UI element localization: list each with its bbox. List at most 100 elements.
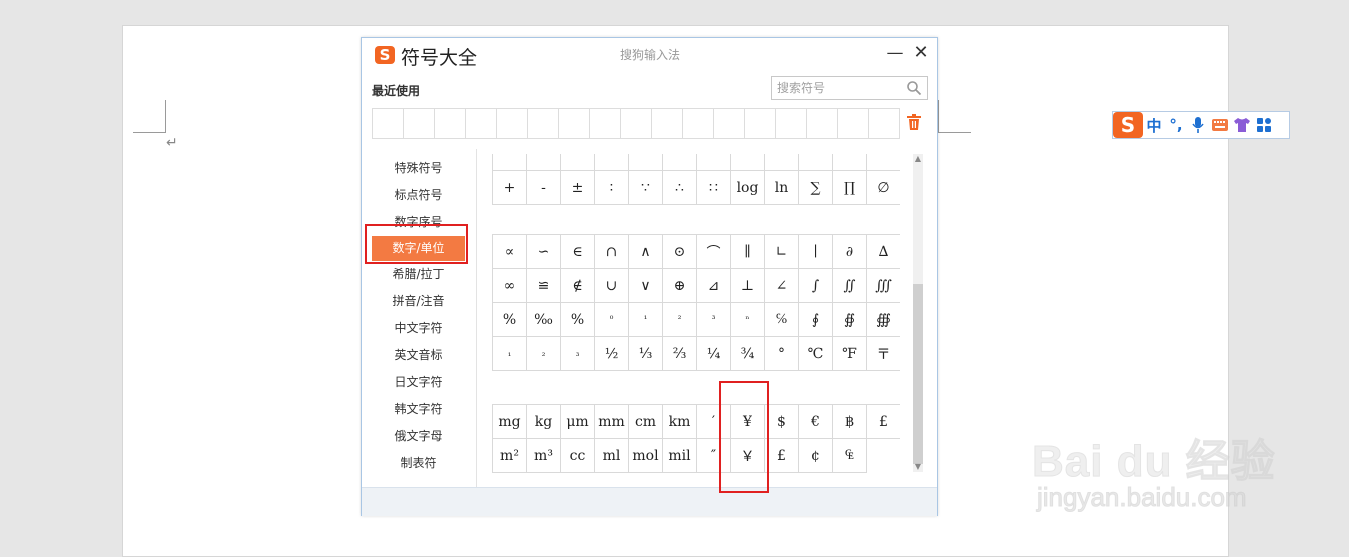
skin-icon[interactable] <box>1231 112 1253 138</box>
recent-symbol-cell[interactable] <box>714 109 745 139</box>
category-item[interactable]: 希腊/拉丁 <box>362 261 475 288</box>
keyboard-icon[interactable] <box>1209 112 1231 138</box>
category-item[interactable]: 标点符号 <box>362 182 475 209</box>
microphone-icon[interactable] <box>1187 112 1209 138</box>
symbol-cell[interactable]: ∅ <box>867 171 900 205</box>
recent-symbol-cell[interactable] <box>435 109 466 139</box>
symbol-cell[interactable]: £ <box>765 439 799 473</box>
symbol-cell[interactable]: ∑ <box>799 171 833 205</box>
symbol-cell[interactable]: ⁿ <box>731 303 765 337</box>
symbol-cell[interactable]: ℅ <box>765 303 799 337</box>
symbol-cell[interactable]: ฿ <box>833 405 867 439</box>
symbol-cell[interactable]: ℉ <box>833 337 867 371</box>
symbol-cell[interactable]: ⁰ <box>595 303 629 337</box>
symbol-cell[interactable]: mg <box>493 405 527 439</box>
symbol-cell[interactable]: ∏ <box>833 171 867 205</box>
symbol-cell[interactable]: ∯ <box>833 303 867 337</box>
category-item[interactable]: 中文字符 <box>362 315 475 342</box>
symbol-cell[interactable]: ∬ <box>833 269 867 303</box>
symbol-cell[interactable]: ∠ <box>765 269 799 303</box>
close-button[interactable]: ✕ <box>912 42 930 64</box>
scroll-down-icon[interactable]: ▼ <box>913 462 923 472</box>
recent-symbol-cell[interactable] <box>807 109 838 139</box>
symbol-cell[interactable]: ³ <box>697 303 731 337</box>
ime-mode-chinese[interactable]: 中 <box>1143 112 1165 138</box>
ime-punctuation-icon[interactable]: °, <box>1165 112 1187 138</box>
symbol-cell[interactable]: ln <box>765 171 799 205</box>
symbol-cell[interactable]: ∵ <box>629 171 663 205</box>
recent-symbol-cell[interactable] <box>776 109 807 139</box>
recent-symbol-cell[interactable] <box>869 109 900 139</box>
symbol-cell[interactable]: ⊿ <box>697 269 731 303</box>
search-input[interactable] <box>772 78 910 98</box>
symbol-cell[interactable]: ₃ <box>561 337 595 371</box>
trash-icon[interactable] <box>907 114 921 130</box>
symbol-cell[interactable]: € <box>799 405 833 439</box>
symbol-cell[interactable]: ¹ <box>629 303 663 337</box>
symbol-cell[interactable]: ∈ <box>561 235 595 269</box>
category-item[interactable]: 英文音标 <box>362 342 475 369</box>
symbol-cell[interactable]: ∥ <box>731 235 765 269</box>
toolbox-icon[interactable] <box>1253 112 1275 138</box>
symbol-cell[interactable]: ∟ <box>765 235 799 269</box>
symbol-cell[interactable]: ∣ <box>799 235 833 269</box>
recent-symbol-cell[interactable] <box>683 109 714 139</box>
symbol-cell[interactable]: £ <box>867 405 900 439</box>
symbol-cell[interactable]: ≌ <box>527 269 561 303</box>
symbol-cell[interactable]: mm <box>595 405 629 439</box>
symbol-cell[interactable]: ∷ <box>697 171 731 205</box>
symbol-cell[interactable]: ∨ <box>629 269 663 303</box>
symbol-cell[interactable]: cc <box>561 439 595 473</box>
symbol-cell[interactable]: km <box>663 405 697 439</box>
recent-symbol-cell[interactable] <box>652 109 683 139</box>
symbol-cell[interactable]: ∭ <box>867 269 900 303</box>
recent-symbol-cell[interactable] <box>528 109 559 139</box>
symbol-cell[interactable]: ∫ <box>799 269 833 303</box>
scroll-up-icon[interactable]: ▲ <box>913 154 923 164</box>
symbol-cell[interactable]: ∴ <box>663 171 697 205</box>
recent-symbol-cell[interactable] <box>404 109 435 139</box>
recent-symbol-cell[interactable] <box>590 109 621 139</box>
category-item[interactable]: 韩文字符 <box>362 396 475 423</box>
symbol-cell[interactable]: ⅓ <box>629 337 663 371</box>
symbol-cell[interactable]: ∪ <box>595 269 629 303</box>
category-item[interactable]: 制表符 <box>362 450 475 477</box>
symbol-cell[interactable]: - <box>527 171 561 205</box>
search-icon[interactable] <box>906 80 922 96</box>
symbol-cell[interactable]: ⌒ <box>697 235 731 269</box>
symbol-cell[interactable]: kg <box>527 405 561 439</box>
category-item[interactable]: 拼音/注音 <box>362 288 475 315</box>
symbol-cell[interactable]: ± <box>561 171 595 205</box>
symbol-cell[interactable]: ⊕ <box>663 269 697 303</box>
recent-symbol-cell[interactable] <box>466 109 497 139</box>
symbol-cell[interactable]: ⅔ <box>663 337 697 371</box>
symbol-cell[interactable]: ∆ <box>867 235 900 269</box>
symbol-cell[interactable]: ¼ <box>697 337 731 371</box>
symbol-cell[interactable]: ∮ <box>799 303 833 337</box>
symbol-cell[interactable]: ⊙ <box>663 235 697 269</box>
symbol-cell[interactable]: ∩ <box>595 235 629 269</box>
symbol-cell[interactable]: ∝ <box>493 235 527 269</box>
symbol-cell[interactable]: log <box>731 171 765 205</box>
minimize-button[interactable]: — <box>886 42 904 64</box>
recent-symbol-cell[interactable] <box>621 109 652 139</box>
symbol-cell[interactable]: ¾ <box>731 337 765 371</box>
symbol-cell[interactable]: ₂ <box>527 337 561 371</box>
title-bar[interactable]: S 符号大全 搜狗输入法 — ✕ <box>362 38 937 70</box>
symbol-cell[interactable]: % <box>561 303 595 337</box>
symbol-cell[interactable]: ml <box>595 439 629 473</box>
sogou-logo-icon[interactable]: S <box>1113 112 1143 138</box>
recent-symbol-cell[interactable] <box>373 109 404 139</box>
symbol-cell[interactable]: cm <box>629 405 663 439</box>
recent-symbol-cell[interactable] <box>838 109 869 139</box>
symbol-cell[interactable]: μm <box>561 405 595 439</box>
symbol-cell[interactable]: ₠ <box>833 439 867 473</box>
symbol-cell[interactable]: ∂ <box>833 235 867 269</box>
symbol-cell[interactable]: ‰ <box>527 303 561 337</box>
scrollbar[interactable]: ▲ ▼ <box>913 154 923 472</box>
symbol-cell[interactable]: mol <box>629 439 663 473</box>
symbol-cell[interactable]: ∰ <box>867 303 900 337</box>
symbol-cell[interactable]: ¢ <box>799 439 833 473</box>
category-item[interactable]: 日文字符 <box>362 369 475 396</box>
symbol-cell[interactable]: + <box>493 171 527 205</box>
